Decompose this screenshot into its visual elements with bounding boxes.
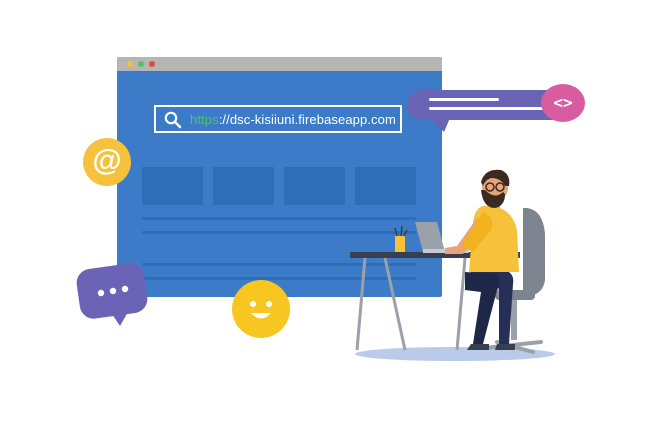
minimize-dot-icon — [127, 61, 133, 67]
bubble-line — [429, 107, 547, 110]
url-text: https://dsc-kisiiuni.firebaseapp.com — [190, 112, 396, 127]
code-brackets-icon: <> — [541, 84, 585, 122]
developer-illustration — [350, 169, 555, 361]
url-host: ://dsc-kisiiuni.firebaseapp.com — [218, 112, 396, 127]
close-dot-icon — [149, 61, 155, 67]
laptop — [415, 222, 445, 252]
bubble-tail-icon — [430, 118, 450, 132]
content-tile — [142, 167, 203, 205]
bubble-line — [429, 98, 499, 101]
smiley-icon — [232, 280, 290, 338]
search-icon — [164, 111, 182, 129]
chat-dots-icon — [76, 263, 148, 326]
address-bar[interactable]: https://dsc-kisiiuni.firebaseapp.com — [154, 105, 402, 133]
content-tile — [284, 167, 345, 205]
at-sign-icon: @ — [83, 138, 131, 186]
content-tile — [213, 167, 274, 205]
chair-back — [523, 208, 545, 296]
url-scheme: https — [190, 112, 219, 127]
maximize-dot-icon — [138, 61, 144, 67]
browser-titlebar — [117, 57, 442, 71]
